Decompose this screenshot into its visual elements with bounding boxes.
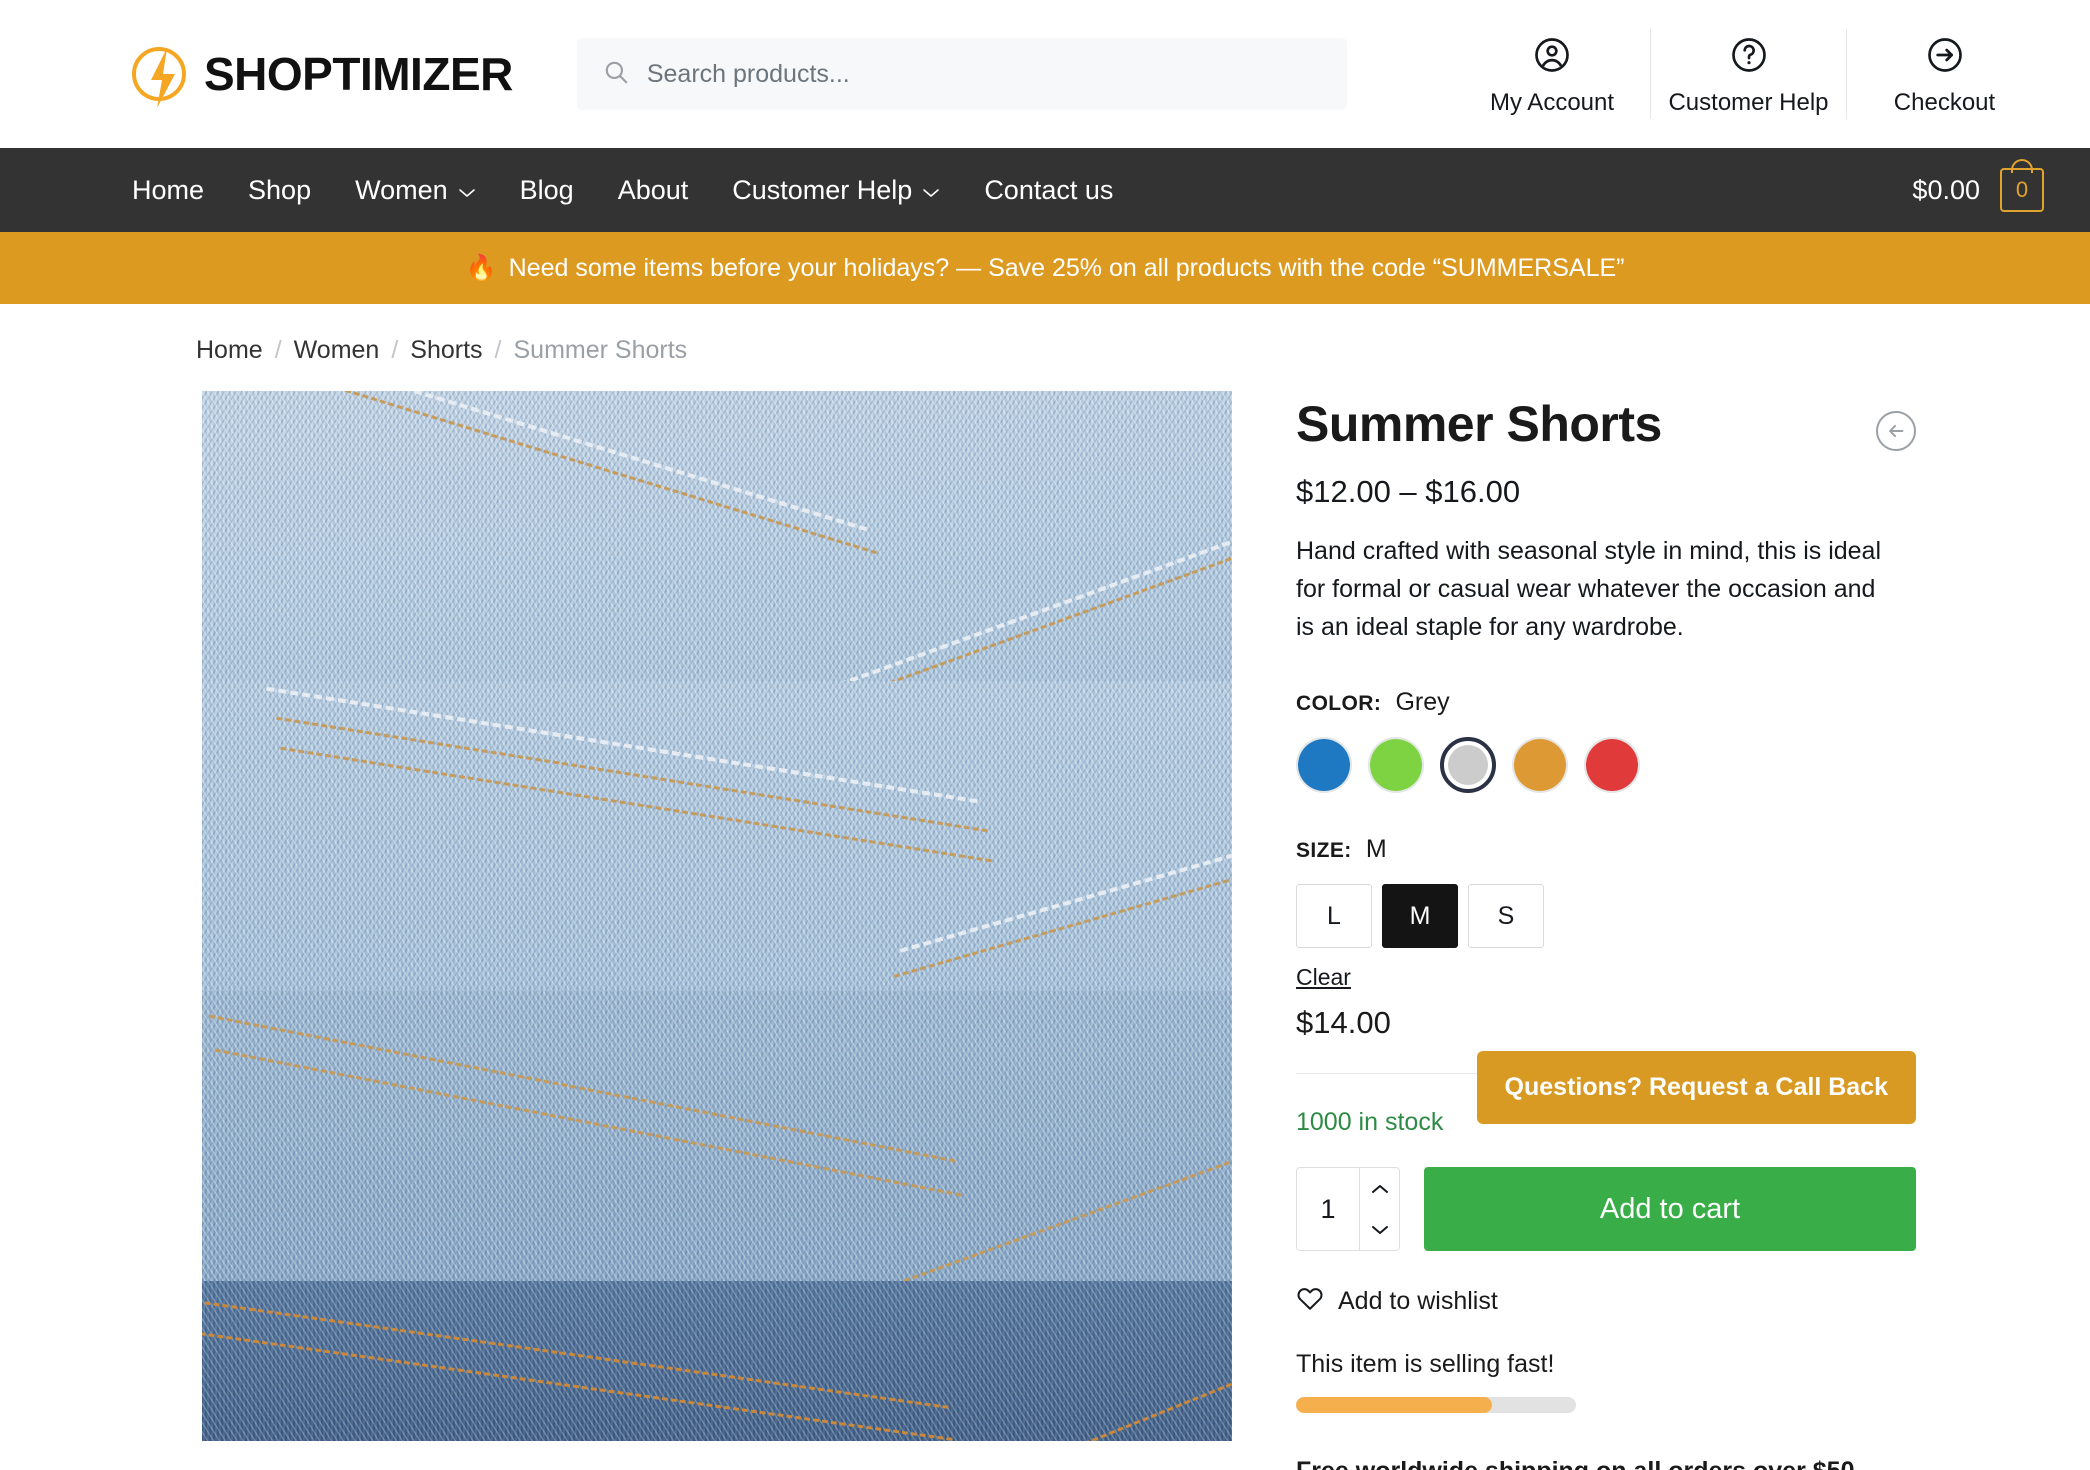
nav-item-label: About bbox=[617, 174, 689, 205]
cart-total: $0.00 bbox=[1912, 174, 1980, 205]
chevron-down-icon bbox=[922, 175, 940, 206]
quantity-increment-button[interactable] bbox=[1360, 1168, 1399, 1209]
site-header: SHOPTIMIZER My Account bbox=[0, 0, 2090, 148]
selling-fast-progress bbox=[1296, 1397, 1576, 1413]
breadcrumb-item-shorts[interactable]: Shorts bbox=[410, 336, 482, 365]
breadcrumb-item-home[interactable]: Home bbox=[196, 336, 263, 365]
cart-widget[interactable]: $0.00 0 bbox=[1912, 159, 2044, 212]
nav-item-home[interactable]: Home bbox=[132, 175, 226, 206]
heart-icon bbox=[1296, 1285, 1324, 1318]
header-action-label: My Account bbox=[1489, 89, 1615, 116]
breadcrumb-separator: / bbox=[494, 336, 502, 364]
swatch-dot bbox=[1448, 745, 1488, 785]
search-input[interactable] bbox=[646, 59, 1321, 89]
search-container bbox=[576, 38, 1347, 110]
color-swatch-blue[interactable] bbox=[1296, 737, 1352, 793]
color-swatch-green[interactable] bbox=[1368, 737, 1424, 793]
header-action-label: Checkout bbox=[1893, 89, 1996, 116]
brand-name: SHOPTIMIZER bbox=[204, 48, 513, 100]
size-option-s[interactable]: S bbox=[1468, 884, 1544, 948]
search-box[interactable] bbox=[576, 38, 1347, 110]
nav-item-contact-us[interactable]: Contact us bbox=[962, 175, 1135, 206]
swatch-dot bbox=[1370, 739, 1422, 791]
request-call-back-button[interactable]: Questions? Request a Call Back bbox=[1476, 1051, 1916, 1124]
bag-handle bbox=[2011, 159, 2033, 173]
chevron-down-icon bbox=[458, 175, 476, 206]
wishlist-label: Add to wishlist bbox=[1338, 1287, 1498, 1315]
price-range: $12.00 – $16.00 bbox=[1296, 474, 1521, 509]
color-swatches bbox=[1296, 737, 1916, 793]
header-actions: My Account Customer Help Checkout bbox=[1454, 29, 2090, 119]
header-action-my-account[interactable]: My Account bbox=[1454, 29, 1650, 119]
nav-item-label: Shop bbox=[248, 174, 312, 205]
swatch-dot bbox=[1514, 739, 1566, 791]
shopping-bag-icon: 0 bbox=[2000, 159, 2044, 212]
selected-variation-price: $14.00 bbox=[1296, 1005, 1391, 1040]
clear-selection-link[interactable]: Clear bbox=[1296, 964, 1351, 991]
breadcrumb-separator: / bbox=[274, 336, 282, 364]
nav-items: Home Shop Women Blog About Customer Help bbox=[132, 175, 1135, 206]
size-option-m[interactable]: M bbox=[1382, 884, 1458, 948]
header-action-label: Customer Help bbox=[1668, 89, 1829, 116]
breadcrumb-item-women[interactable]: Women bbox=[294, 336, 380, 365]
nav-item-blog[interactable]: Blog bbox=[498, 175, 596, 206]
nav-item-label: Home bbox=[132, 174, 205, 205]
fire-icon: 🔥 bbox=[465, 253, 497, 282]
product-description: Hand crafted with seasonal style in mind… bbox=[1296, 537, 1882, 641]
color-swatch-grey[interactable] bbox=[1440, 737, 1496, 793]
swatch-dot bbox=[1298, 739, 1350, 791]
quantity-stepper[interactable] bbox=[1296, 1167, 1400, 1251]
color-selected-value: Grey bbox=[1395, 688, 1450, 716]
page-title: Summer Shorts bbox=[1296, 396, 1662, 452]
quantity-decrement-button[interactable] bbox=[1360, 1209, 1399, 1250]
quantity-input[interactable] bbox=[1297, 1168, 1359, 1250]
product-summary: Summer Shorts $12.00 – $16.00 Hand craft… bbox=[1296, 391, 1916, 1470]
product-image[interactable] bbox=[202, 391, 1232, 1441]
add-to-cart-button[interactable]: Add to cart bbox=[1424, 1167, 1916, 1251]
title-row: Summer Shorts bbox=[1296, 397, 1916, 452]
add-to-wishlist-button[interactable]: Add to wishlist bbox=[1296, 1285, 1916, 1318]
nav-item-label: Customer Help bbox=[732, 174, 913, 205]
nav-item-customer-help[interactable]: Customer Help bbox=[710, 175, 962, 206]
breadcrumb-current: Summer Shorts bbox=[513, 336, 688, 364]
promo-text: Need some items before your holidays? — … bbox=[508, 253, 1625, 282]
site-logo[interactable]: SHOPTIMIZER bbox=[132, 47, 513, 108]
shipping-note: Free worldwide shipping on all orders ov… bbox=[1296, 1457, 1916, 1470]
swatch-dot bbox=[1586, 739, 1638, 791]
lightning-bolt-logo-icon bbox=[132, 47, 186, 108]
search-icon bbox=[603, 59, 629, 90]
color-label-text: Color: bbox=[1296, 692, 1382, 715]
header-action-checkout[interactable]: Checkout bbox=[1846, 29, 2042, 119]
main-navigation: Home Shop Women Blog About Customer Help bbox=[0, 148, 2090, 232]
breadcrumb: Home / Women / Shorts / Summer Shorts bbox=[0, 304, 2090, 391]
nav-item-about[interactable]: About bbox=[596, 175, 711, 206]
selling-fast-label: This item is selling fast! bbox=[1296, 1350, 1555, 1378]
add-to-cart-row: Add to cart bbox=[1296, 1167, 1916, 1251]
nav-item-label: Contact us bbox=[984, 174, 1114, 205]
cart-count: 0 bbox=[2015, 177, 2029, 202]
size-options: L M S bbox=[1296, 884, 1916, 948]
breadcrumb-separator: / bbox=[391, 336, 399, 364]
size-attribute-label: Size: M bbox=[1296, 835, 1916, 864]
quantity-arrows bbox=[1359, 1168, 1399, 1250]
product-content: Summer Shorts $12.00 – $16.00 Hand craft… bbox=[0, 391, 2090, 1470]
color-attribute-label: Color: Grey bbox=[1296, 688, 1916, 717]
progress-bar-fill bbox=[1296, 1397, 1492, 1413]
color-swatch-orange[interactable] bbox=[1512, 737, 1568, 793]
question-circle-icon bbox=[1729, 35, 1769, 80]
color-swatch-red[interactable] bbox=[1584, 737, 1640, 793]
nav-item-label: Blog bbox=[519, 174, 574, 205]
size-option-l[interactable]: L bbox=[1296, 884, 1372, 948]
user-circle-icon bbox=[1532, 35, 1572, 80]
back-arrow-icon[interactable] bbox=[1876, 411, 1916, 451]
promo-banner: 🔥 Need some items before your holidays? … bbox=[0, 232, 2090, 304]
nav-item-shop[interactable]: Shop bbox=[226, 175, 333, 206]
size-selected-value: M bbox=[1365, 835, 1387, 863]
header-action-customer-help[interactable]: Customer Help bbox=[1650, 29, 1846, 119]
nav-item-label: Women bbox=[355, 174, 448, 205]
nav-item-women[interactable]: Women bbox=[333, 175, 498, 206]
arrow-right-circle-icon bbox=[1925, 35, 1965, 80]
size-label-text: Size: bbox=[1296, 839, 1352, 862]
